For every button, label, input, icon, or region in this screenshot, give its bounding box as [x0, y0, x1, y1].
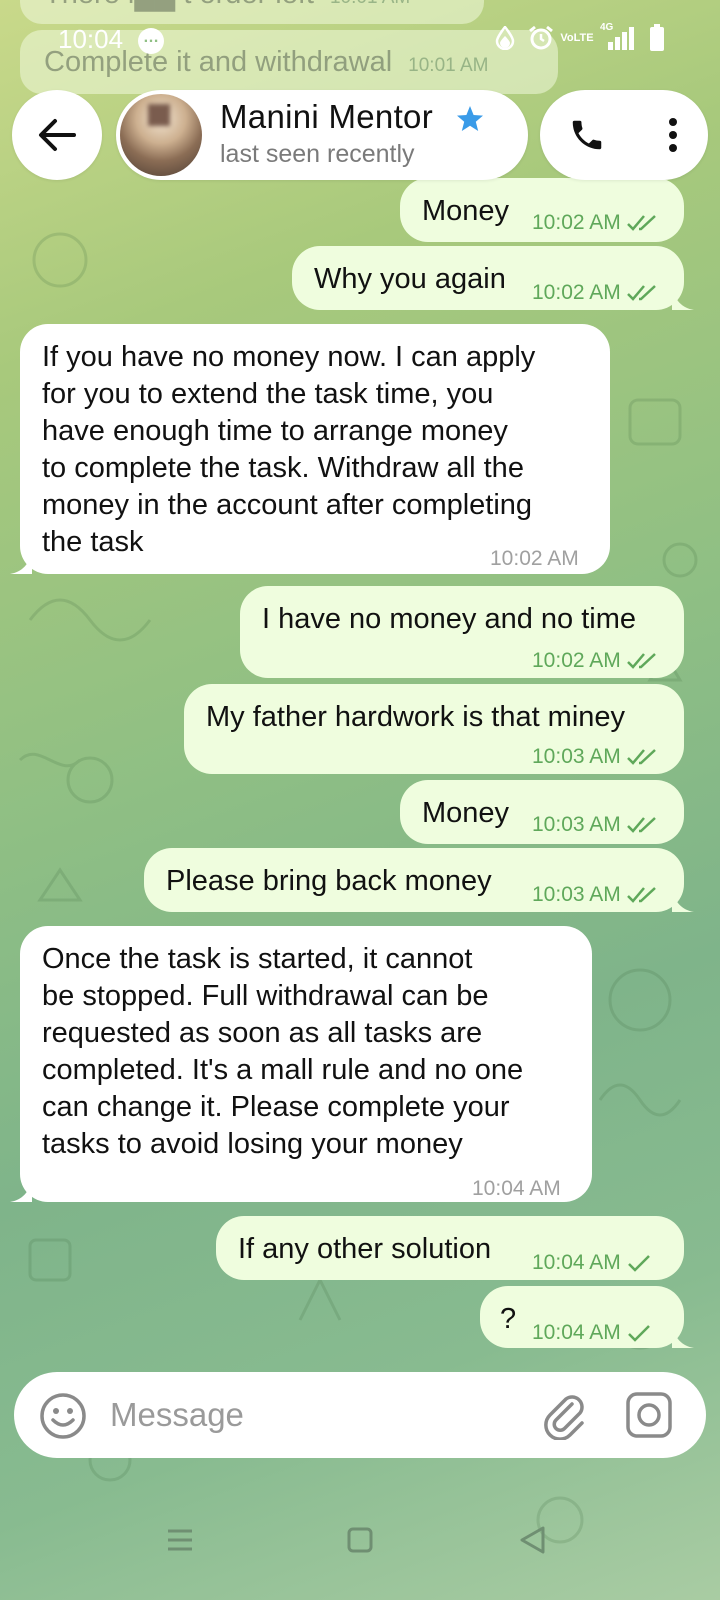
message-outgoing[interactable]: Money 10:03 AM [400, 780, 684, 844]
message-line: for you to extend the task time, you [42, 378, 494, 410]
message-line: If you have no money now. I can apply [42, 341, 536, 373]
message-line: requested as soon as all tasks are [42, 1017, 483, 1049]
message-text: Please bring back money [166, 865, 492, 897]
message-outgoing[interactable]: Money 10:02 AM [400, 178, 684, 242]
message-meta: 10:02 AM [532, 204, 661, 242]
message-line: the task [42, 526, 144, 558]
message-outgoing[interactable]: Please bring back money 10:03 AM [144, 848, 694, 914]
camera-button[interactable] [624, 1390, 674, 1440]
camera-icon [626, 1392, 672, 1438]
message-line: completed. It's a mall rule and no one [42, 1054, 524, 1086]
message-time: 10:02 AM [490, 547, 579, 570]
triangle-back-icon [520, 1526, 545, 1554]
message-text: Why you again [314, 263, 506, 295]
contact-status: last seen recently [220, 140, 415, 168]
chat-notification-icon: … [138, 28, 164, 54]
avatar[interactable] [120, 94, 202, 176]
signal-icon: 4G [600, 22, 634, 52]
recent-apps-button[interactable] [160, 1520, 200, 1560]
smile-icon [40, 1393, 86, 1439]
home-button[interactable] [340, 1520, 380, 1560]
message-time: 10:03 AM [532, 813, 621, 836]
data-saver-icon [492, 24, 518, 52]
message-meta: 10:04 AM [532, 1314, 651, 1352]
message-line: tasks to avoid losing your money [42, 1128, 463, 1160]
message-outgoing[interactable]: Why you again 10:02 AM [292, 246, 694, 312]
volte-icon: Vo LTE [560, 31, 594, 44]
message-incoming[interactable]: Once the task is started, it cannot be s… [10, 926, 592, 1202]
message-line: be stopped. Full withdrawal can be [42, 980, 489, 1012]
message-line: can change it. Please complete your [42, 1091, 510, 1123]
message-input[interactable] [110, 1386, 530, 1444]
message-text: Money [422, 797, 510, 829]
message-time: 10:02 AM [532, 649, 621, 672]
message-outgoing[interactable]: If any other solution 10:04 AM [216, 1216, 684, 1280]
more-options-button[interactable] [646, 108, 700, 162]
message-time: 10:02 AM [532, 211, 621, 234]
back-nav-button[interactable] [512, 1520, 552, 1560]
message-line: to complete the task. Withdraw all the [42, 452, 524, 484]
message-time: 10:04 AM [532, 1321, 621, 1344]
call-button[interactable] [560, 108, 614, 162]
menu-lines-icon [168, 1529, 192, 1551]
message-outgoing[interactable]: ? 10:04 AM [480, 1286, 694, 1348]
system-nav-bar [0, 1480, 720, 1600]
message-outgoing[interactable]: My father hardwork is that miney 10:03 A… [184, 684, 684, 774]
double-check-icon [626, 285, 656, 301]
bubble-tail [10, 550, 32, 574]
bubble-tail [10, 1178, 32, 1202]
message-incoming[interactable]: If you have no money now. I can apply fo… [10, 324, 610, 574]
double-check-icon [626, 887, 656, 903]
contact-name: Manini Mentor [220, 98, 433, 135]
message-text: ? [500, 1303, 517, 1335]
square-icon [347, 1527, 373, 1553]
phone-icon [572, 120, 602, 150]
message-line: Once the task is started, it cannot [42, 943, 473, 975]
message-text: If any other solution [238, 1233, 492, 1265]
message-text: I have no money and no time [262, 603, 637, 635]
paperclip-icon [544, 1395, 584, 1441]
bubble-tail [672, 286, 694, 310]
message-meta: 10:04 AM [472, 1170, 561, 1208]
message-meta: 10:04 AM [532, 1244, 651, 1282]
status-bar: 10:04 … Vo LTE 4G [0, 0, 720, 80]
header-actions [540, 90, 708, 180]
attach-button[interactable] [542, 1392, 590, 1441]
message-time: 10:04 AM [532, 1251, 621, 1274]
message-composer [14, 1372, 706, 1458]
bubble-tail [672, 1324, 694, 1348]
status-time: 10:04 [58, 24, 124, 54]
message-text: My father hardwork is that miney [206, 701, 626, 733]
single-check-icon [627, 1255, 650, 1272]
bubble-tail [672, 888, 694, 912]
message-meta: 10:02 AM [490, 540, 579, 578]
message-meta: 10:03 AM [532, 806, 661, 844]
double-check-icon [626, 653, 656, 669]
message-text: Money [422, 195, 510, 227]
message-time: 10:03 AM [532, 883, 621, 906]
double-check-icon [626, 215, 656, 231]
contact-header[interactable]: Manini Mentor last seen recently [116, 90, 528, 180]
message-meta: 10:03 AM [532, 738, 661, 776]
message-outgoing[interactable]: I have no money and no time 10:02 AM [240, 586, 684, 678]
message-time: 10:02 AM [532, 281, 621, 304]
message-meta: 10:02 AM [532, 274, 661, 312]
more-vertical-icon [669, 118, 677, 152]
single-check-icon [627, 1325, 650, 1342]
back-button[interactable] [12, 90, 102, 180]
message-time: 10:04 AM [472, 1177, 561, 1200]
star-badge-icon [457, 106, 483, 131]
arrow-left-icon [39, 119, 76, 151]
message-line: money in the account after completing [42, 489, 533, 521]
battery-icon [644, 24, 670, 52]
double-check-icon [626, 817, 656, 833]
double-check-icon [626, 749, 656, 765]
message-meta: 10:02 AM [532, 642, 661, 680]
message-meta: 10:03 AM [532, 876, 661, 914]
message-line: have enough time to arrange money [42, 415, 508, 447]
status-icons: Vo LTE 4G [492, 22, 670, 52]
message-time: 10:03 AM [532, 745, 621, 768]
emoji-button[interactable] [38, 1391, 88, 1441]
alarm-icon [528, 24, 554, 52]
